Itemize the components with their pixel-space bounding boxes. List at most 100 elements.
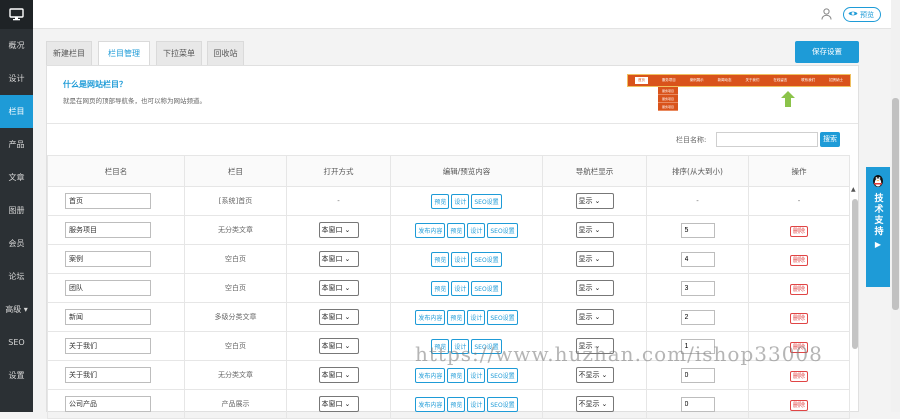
edit-preview-button[interactable]: SEO设置 <box>471 280 502 296</box>
demo-nav-bar: 首页 服务项目 案例展示 新闻动态 关于我们 在线留言 联系我们 招贤纳士 <box>627 74 851 87</box>
nav-display-select[interactable]: 显示 ⌄ <box>575 222 614 238</box>
nav-display-select[interactable]: 不显示 ⌄ <box>575 367 614 383</box>
edit-preview-button[interactable]: SEO设置 <box>487 222 518 238</box>
edit-preview-button[interactable]: SEO设置 <box>487 367 518 383</box>
edit-preview-button[interactable]: 发布内容 <box>415 309 446 325</box>
sidebar-item[interactable]: 高级 ▾ <box>0 293 33 326</box>
edit-preview-button[interactable]: 设计 <box>467 367 486 383</box>
search-button[interactable]: 搜索 <box>820 132 840 147</box>
tab-dropdown-menu[interactable]: 下拉菜单 <box>156 41 202 65</box>
sort-input[interactable] <box>680 222 715 238</box>
delete-button[interactable]: 删除 <box>789 312 808 324</box>
chevron-down-icon: ⌄ <box>344 255 351 263</box>
edit-preview-button[interactable]: SEO设置 <box>471 193 502 209</box>
edit-preview-button[interactable]: 设计 <box>467 309 486 325</box>
edit-preview-cell: 预览 设计 SEO设置 <box>390 273 543 303</box>
edit-preview-button[interactable]: 预览 <box>431 280 450 296</box>
edit-preview-button[interactable]: 设计 <box>451 338 470 354</box>
main-area: 新建栏目 栏目管理 下拉菜单 回收站 保存设置 什么是网站栏目？ 就是在网页的顶… <box>40 35 865 419</box>
sort-input[interactable] <box>680 251 715 267</box>
nav-display-select[interactable]: 显示 ⌄ <box>575 193 614 209</box>
column-name-input[interactable] <box>65 309 151 325</box>
sort-input[interactable] <box>680 280 715 296</box>
tab-column-manage[interactable]: 栏目管理 <box>98 41 150 66</box>
edit-preview-button[interactable]: SEO设置 <box>487 396 518 412</box>
delete-button[interactable]: 删除 <box>789 254 808 266</box>
nav-display-select[interactable]: 显示 ⌄ <box>575 251 614 267</box>
name-cell <box>47 389 185 419</box>
edit-preview-button[interactable]: 设计 <box>467 222 486 238</box>
preview-button[interactable]: 预览 <box>843 7 881 22</box>
chevron-down-icon: ⌄ <box>344 371 351 379</box>
edit-preview-button[interactable]: 预览 <box>447 396 466 412</box>
column-name-input[interactable] <box>65 280 151 296</box>
edit-preview-button[interactable]: 设计 <box>451 280 470 296</box>
monitor-icon[interactable] <box>0 0 33 29</box>
edit-preview-button[interactable]: 预览 <box>431 251 450 267</box>
sidebar-item[interactable]: 文章 <box>0 161 33 194</box>
delete-button[interactable]: 删除 <box>789 283 808 295</box>
nav-display-select[interactable]: 显示 ⌄ <box>575 280 614 296</box>
nav-display-select[interactable]: 不显示 ⌄ <box>575 396 614 412</box>
edit-preview-button[interactable]: 预览 <box>447 367 466 383</box>
scroll-thumb[interactable] <box>852 199 858 349</box>
sidebar-item[interactable]: 栏目 <box>0 95 33 128</box>
tab-new-column[interactable]: 新建栏目 <box>46 41 92 65</box>
edit-preview-button[interactable]: 预览 <box>431 338 450 354</box>
sidebar-item[interactable]: 产品 <box>0 128 33 161</box>
edit-preview-button[interactable]: SEO设置 <box>487 309 518 325</box>
scroll-up-icon[interactable]: ▲ <box>851 186 856 193</box>
open-mode-select[interactable]: 本窗口 ⌄ <box>318 367 359 383</box>
column-name-input[interactable] <box>65 222 151 238</box>
open-mode-select[interactable]: 本窗口 ⌄ <box>318 396 359 412</box>
sidebar-item[interactable]: 设置 <box>0 359 33 392</box>
edit-preview-cell: 预览 设计 SEO设置 <box>390 331 543 361</box>
open-mode-select[interactable]: 本窗口 ⌄ <box>318 222 359 238</box>
sort-input[interactable] <box>680 309 715 325</box>
nav-display-select[interactable]: 显示 ⌄ <box>575 309 614 325</box>
sidebar-item[interactable]: SEO <box>0 326 33 359</box>
search-input[interactable] <box>716 132 818 147</box>
open-mode-select[interactable]: 本窗口 ⌄ <box>318 280 359 296</box>
page-scrollbar[interactable] <box>891 0 900 412</box>
page-scroll-thumb[interactable] <box>892 98 899 310</box>
tab-recycle-bin[interactable]: 回收站 <box>207 41 244 65</box>
edit-preview-button[interactable]: 发布内容 <box>415 222 446 238</box>
open-mode-select[interactable]: 本窗口 ⌄ <box>318 251 359 267</box>
sidebar-item[interactable]: 论坛 <box>0 260 33 293</box>
edit-preview-button[interactable]: 设计 <box>451 193 470 209</box>
delete-button[interactable]: 删除 <box>789 341 808 353</box>
edit-preview-button[interactable]: 发布内容 <box>415 396 446 412</box>
edit-preview-button[interactable]: 设计 <box>451 251 470 267</box>
edit-preview-button[interactable]: 预览 <box>447 222 466 238</box>
open-mode-select[interactable]: 本窗口 ⌄ <box>318 309 359 325</box>
column-name-input[interactable] <box>65 193 151 209</box>
edit-preview-button[interactable]: SEO设置 <box>471 338 502 354</box>
delete-button[interactable]: 删除 <box>789 399 808 411</box>
sidebar-item[interactable]: 图册 <box>0 194 33 227</box>
nav-display-select[interactable]: 显示 ⌄ <box>575 338 614 354</box>
save-button[interactable]: 保存设置 <box>795 41 859 63</box>
delete-button[interactable]: 删除 <box>789 370 808 382</box>
edit-preview-button[interactable]: 发布内容 <box>415 367 446 383</box>
table-scrollbar[interactable]: ▲ <box>851 176 859 412</box>
edit-preview-button[interactable]: 预览 <box>431 193 450 209</box>
nav-display-value: 显示 <box>578 255 593 263</box>
sidebar-item[interactable]: 会员 <box>0 227 33 260</box>
column-name-input[interactable] <box>65 396 151 412</box>
sort-input[interactable] <box>680 396 715 412</box>
column-name-input[interactable] <box>65 251 151 267</box>
column-name-input[interactable] <box>65 338 151 354</box>
column-name-input[interactable] <box>65 367 151 383</box>
edit-preview-button[interactable]: 预览 <box>447 309 466 325</box>
sort-input[interactable] <box>680 338 715 354</box>
edit-preview-button[interactable]: SEO设置 <box>471 251 502 267</box>
tech-support-tab[interactable]: 技术支持 ▶ <box>866 167 890 287</box>
sidebar-item[interactable]: 概况 <box>0 29 33 62</box>
open-mode-select[interactable]: 本窗口 ⌄ <box>318 338 359 354</box>
delete-button[interactable]: 删除 <box>789 225 808 237</box>
edit-preview-button[interactable]: 设计 <box>467 396 486 412</box>
sort-input[interactable] <box>680 367 715 383</box>
sidebar-item[interactable]: 设计 <box>0 62 33 95</box>
user-icon[interactable] <box>821 8 832 22</box>
